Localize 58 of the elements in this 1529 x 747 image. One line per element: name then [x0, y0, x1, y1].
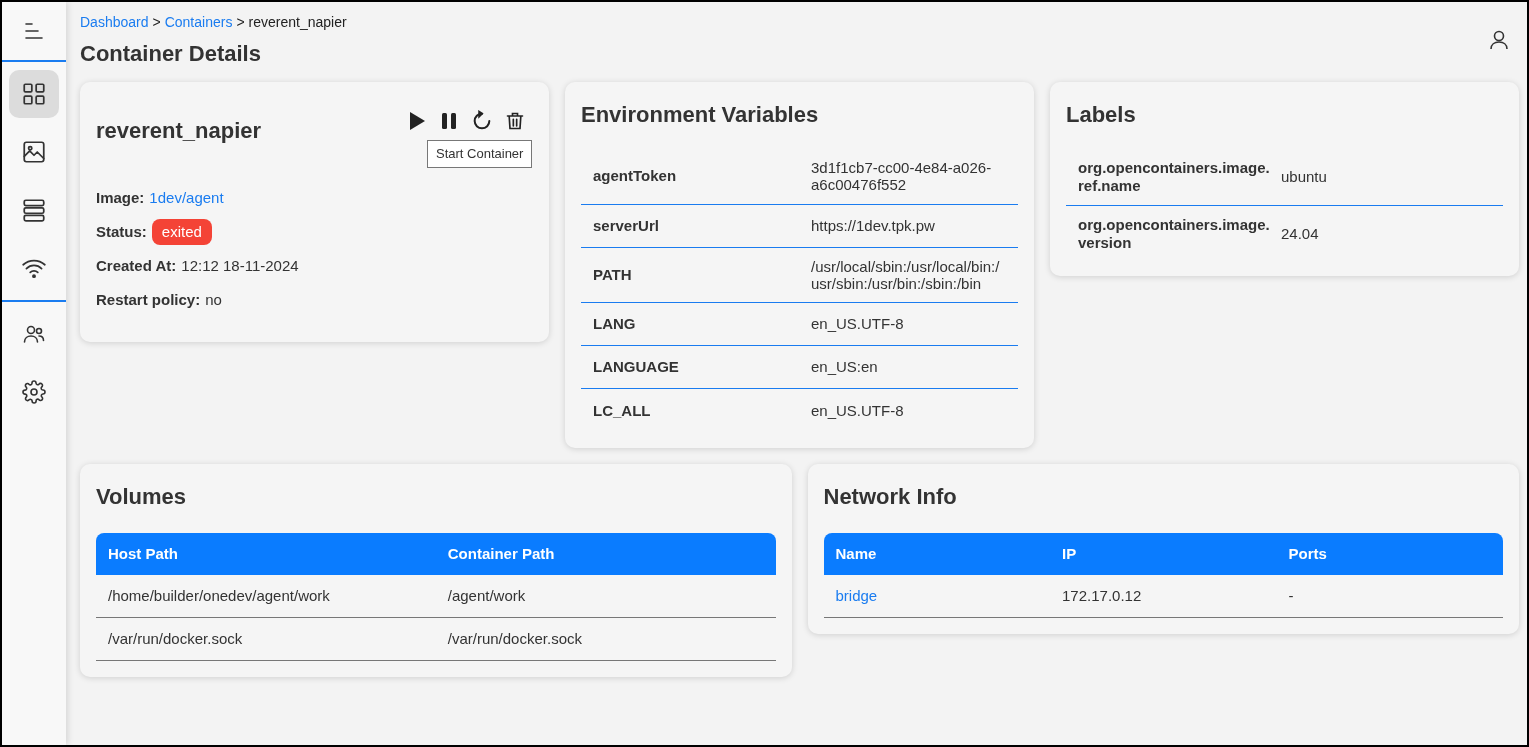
column-header: Name	[834, 543, 878, 564]
variable-name: LANG	[592, 315, 637, 333]
card-title: Network Info	[823, 483, 958, 511]
pause-button[interactable]	[439, 110, 459, 132]
field-label: Created At:	[96, 255, 177, 276]
label-name: org.opencontainers.image.ref.name	[1077, 159, 1271, 195]
card-title: Labels	[1066, 101, 1137, 129]
database-icon	[21, 197, 47, 223]
variable-value: https://1dev.tpk.pw	[811, 216, 936, 235]
restart-button[interactable]	[471, 110, 493, 132]
volume-cell-text: /var/run/docker.sock	[107, 628, 244, 649]
network-cell-text: -	[1287, 585, 1295, 606]
breadcrumb-current: reverent_napier	[248, 13, 347, 32]
variable-value: en_US:en	[811, 358, 879, 376]
label-value: ubuntu	[1281, 168, 1328, 186]
account-icon[interactable]	[1487, 28, 1511, 52]
volume-cell-text: /agent/work	[446, 585, 527, 606]
card-title: Environment Variables	[581, 101, 820, 129]
column-header: Ports	[1287, 543, 1328, 564]
column-header: IP	[1061, 543, 1078, 564]
settings-icon	[22, 380, 46, 404]
variable-value: en_US.UTF-8	[811, 315, 905, 333]
breadcrumb-separator: >	[152, 13, 161, 32]
variable-name: LC_ALL	[592, 401, 652, 420]
variable-name: agentToken	[592, 167, 678, 186]
network-cell-text: 172.17.0.12	[1061, 585, 1143, 606]
field-label: Restart policy:	[96, 289, 201, 310]
volume-cell-text: /var/run/docker.sock	[446, 628, 583, 649]
label-name: org.opencontainers.image.version	[1077, 216, 1271, 252]
page-title: Container Details	[80, 40, 261, 68]
delete-button[interactable]	[505, 110, 525, 132]
breadcrumb-link[interactable]: Containers	[164, 12, 233, 33]
variable-value: 3d1f1cb7-cc00-4e84-a026-a6c00476f552	[811, 159, 993, 194]
sidebar-grid-item[interactable]	[9, 70, 59, 118]
tooltip: Start Container	[427, 140, 533, 168]
field-value: no	[205, 289, 222, 310]
label-value: 24.04	[1281, 225, 1320, 243]
field-value: 12:12 18-11-2024	[181, 255, 299, 276]
variable-name: serverUrl	[592, 216, 660, 235]
field-label: Status:	[96, 221, 147, 242]
start-button[interactable]	[407, 110, 427, 132]
grid-icon	[21, 81, 47, 107]
column-header: Host Path	[107, 543, 179, 564]
volume-cell-text: /home/builder/onedev/agent/work	[107, 585, 331, 606]
breadcrumb-separator: >	[236, 13, 245, 32]
image-icon	[21, 139, 47, 165]
variable-value: en_US.UTF-8	[811, 401, 905, 420]
column-header: Container Path	[446, 543, 556, 564]
network-link[interactable]: bridge	[835, 586, 878, 604]
image-link[interactable]: 1dev/agent	[149, 186, 224, 210]
field-label: Image:	[96, 187, 145, 208]
container-name: reverent_napier	[96, 117, 262, 145]
variable-name: LANGUAGE	[592, 358, 680, 376]
variable-name: PATH	[592, 265, 633, 284]
card-title: Volumes	[96, 483, 188, 511]
variable-value: /usr/local/sbin:/usr/local/bin:/usr/sbin:/usr/bin:/sbin:/bin	[811, 257, 1001, 292]
breadcrumb-link[interactable]: Dashboard	[80, 12, 149, 33]
status-badge: exited	[151, 218, 212, 246]
